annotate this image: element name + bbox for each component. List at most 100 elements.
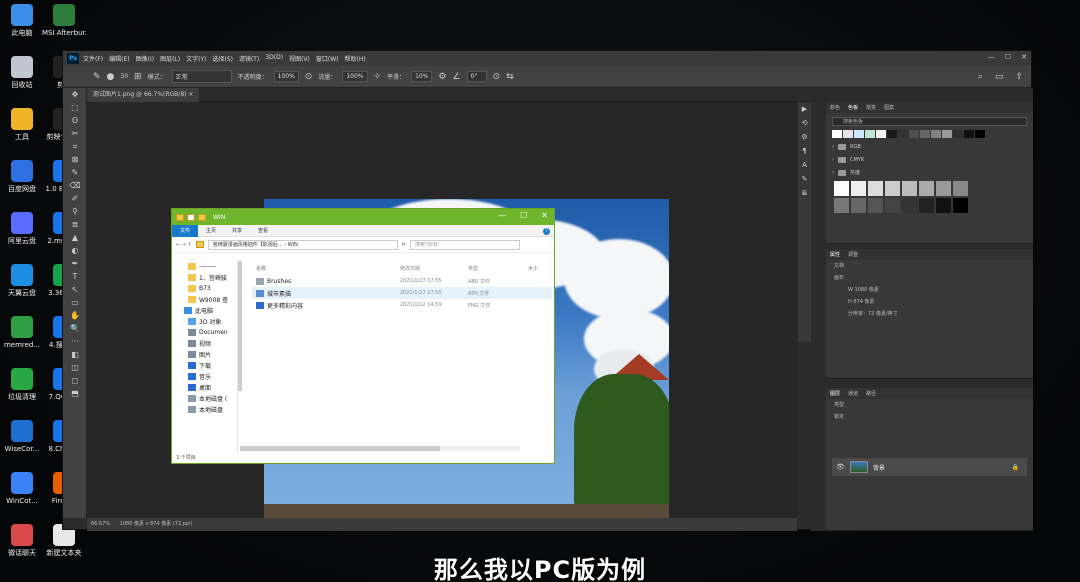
menu-item[interactable]: 3D(D) <box>265 54 283 63</box>
smooth-settings-icon[interactable]: ⚙ <box>438 72 446 82</box>
nav-item[interactable]: 音乐 <box>172 371 237 382</box>
tool-icon[interactable]: ▭ <box>63 296 87 309</box>
airbrush-icon[interactable]: ✧ <box>374 72 382 82</box>
desktop-shortcut[interactable]: 天翼云盘 <box>0 264 44 298</box>
nav-item[interactable]: W9008 查 <box>172 294 237 305</box>
tool-icon[interactable]: ✋ <box>63 309 87 322</box>
gray-swatch[interactable] <box>885 198 900 213</box>
flow-field[interactable]: 100% <box>342 71 368 82</box>
color-swatch[interactable] <box>975 130 985 138</box>
zoom-level[interactable]: 66.67% <box>91 521 110 527</box>
panel-toggle-icon[interactable]: ¶ <box>798 144 811 158</box>
layer-kind-filter[interactable]: 类型 <box>826 399 1033 411</box>
nav-item[interactable]: 本地磁盘 ( <box>172 393 237 404</box>
tool-icon[interactable]: ⊠ <box>63 153 87 166</box>
color-swatch[interactable] <box>876 130 886 138</box>
gray-swatch[interactable] <box>936 198 951 213</box>
desktop-shortcut[interactable]: MSI Afterbur... <box>42 4 86 38</box>
panel-toggle-icon[interactable]: ≣ <box>798 186 811 200</box>
nav-item[interactable]: 图片 <box>172 349 237 360</box>
gray-swatch[interactable] <box>851 198 866 213</box>
tool-icon[interactable]: ◫ <box>63 361 87 374</box>
nav-item[interactable]: 视频 <box>172 338 237 349</box>
tool-icon[interactable]: ··· <box>63 335 87 348</box>
desktop-shortcut[interactable]: 此电脑 <box>0 4 44 38</box>
ribbon-tab-home[interactable]: 主页 <box>198 225 224 237</box>
tool-icon[interactable]: ◐ <box>63 244 87 257</box>
panel-tab[interactable]: 图层 <box>830 390 840 397</box>
col-size[interactable]: 大小 <box>528 265 538 272</box>
tool-icon[interactable]: ◧ <box>63 348 87 361</box>
document-tab[interactable]: 测试图片1.png @ 66.7%(RGB/8) × <box>87 88 200 102</box>
col-name[interactable]: 名称 <box>252 265 400 272</box>
color-swatch[interactable] <box>843 130 853 138</box>
search-icon[interactable]: ⌕ <box>978 72 983 82</box>
explorer-minimize-button[interactable]: — <box>498 211 506 220</box>
tool-icon[interactable]: ✥ <box>63 88 87 101</box>
tool-icon[interactable]: ⌫ <box>63 179 87 192</box>
gray-swatch[interactable] <box>868 198 883 213</box>
symmetry-icon[interactable]: ⇆ <box>506 72 514 82</box>
brush-settings-icon[interactable]: ⊞ <box>134 72 142 82</box>
tool-icon[interactable]: ⌗ <box>63 140 87 153</box>
workspace-icon[interactable]: ▭ <box>995 72 1004 82</box>
layer-row-background[interactable]: 👁 背景 🔒 <box>832 458 1027 476</box>
tool-icon[interactable]: ▲ <box>63 231 87 244</box>
nav-scrollbar[interactable] <box>238 261 242 391</box>
gray-swatch[interactable] <box>953 181 968 196</box>
panel-toggle-icon[interactable]: ✎ <box>798 172 811 186</box>
gray-swatch[interactable] <box>851 181 866 196</box>
nav-item[interactable]: 1、宫崎骏 <box>172 272 237 283</box>
desktop-shortcut[interactable]: 阿里云盘 <box>0 212 44 246</box>
panel-tab[interactable]: 路径 <box>866 390 876 397</box>
nav-item[interactable]: 本地磁盘 <box>172 404 237 415</box>
prop-width[interactable]: W 1080 像素 <box>826 284 1033 296</box>
color-swatch[interactable] <box>964 130 974 138</box>
panel-tab[interactable]: 色板 <box>848 104 858 111</box>
explorer-maximize-button[interactable]: ☐ <box>520 211 527 220</box>
angle-field[interactable]: 0° <box>466 71 487 82</box>
tool-icon[interactable]: ʘ <box>63 114 87 127</box>
nav-item[interactable]: 此电脑 <box>172 305 237 316</box>
tool-icon[interactable]: ⬒ <box>63 387 87 400</box>
menu-item[interactable]: 窗口(W) <box>316 54 339 63</box>
share-icon[interactable]: ⇪ <box>1015 72 1023 82</box>
color-swatch[interactable] <box>854 130 864 138</box>
tool-icon[interactable]: ✎ <box>63 166 87 179</box>
tool-icon[interactable]: ✐ <box>63 192 87 205</box>
nav-item[interactable]: 下载 <box>172 360 237 371</box>
panel-tab[interactable]: 渐变 <box>866 104 876 111</box>
color-swatch[interactable] <box>931 130 941 138</box>
panel-tab[interactable]: 通道 <box>848 390 858 397</box>
menu-item[interactable]: 帮助(H) <box>345 54 366 63</box>
panel-toggle-icon[interactable]: A <box>798 158 811 172</box>
desktop-shortcut[interactable]: WiseCor... <box>0 420 44 454</box>
color-swatch[interactable] <box>898 130 908 138</box>
address-bar[interactable]: 宫崎骏漫画风格插件【影视后... › WIN <box>207 239 398 250</box>
color-swatch[interactable] <box>909 130 919 138</box>
brush-preset-icon[interactable]: ● <box>107 72 115 82</box>
gray-swatch[interactable] <box>936 181 951 196</box>
opacity-field[interactable]: 100% <box>273 71 299 82</box>
nav-item[interactable]: 3D 对象 <box>172 316 237 327</box>
nav-arrows[interactable]: ← → ↑ <box>176 242 192 248</box>
swatch-group[interactable]: › CMYK <box>826 153 1033 166</box>
brush-tool-icon[interactable]: ✎ <box>93 72 101 82</box>
col-type[interactable]: 类型 <box>468 265 528 272</box>
gray-swatch[interactable] <box>868 181 883 196</box>
maximize-button[interactable]: ☐ <box>1005 53 1011 61</box>
desktop-shortcut[interactable]: 回收站 <box>0 56 44 90</box>
color-swatch[interactable] <box>953 130 963 138</box>
explorer-close-button[interactable]: ✕ <box>541 211 548 220</box>
eye-icon[interactable]: 👁 <box>836 463 845 471</box>
panel-toggle-icon[interactable]: ▶ <box>798 102 811 116</box>
panel-tab[interactable]: 颜色 <box>830 104 840 111</box>
desktop-shortcut[interactable]: 垃圾清理 <box>0 368 44 402</box>
tool-icon[interactable]: ◻ <box>63 374 87 387</box>
prop-height[interactable]: H 874 像素 <box>826 296 1033 308</box>
file-row[interactable]: Brushes 2021/1/27 17:55 ABR 文件 <box>252 275 552 287</box>
desktop-shortcut[interactable]: WinCot... <box>0 472 44 506</box>
mode-select[interactable]: 正常 <box>171 70 232 83</box>
ribbon-tab-share[interactable]: 共享 <box>224 225 250 237</box>
gray-swatch[interactable] <box>902 181 917 196</box>
